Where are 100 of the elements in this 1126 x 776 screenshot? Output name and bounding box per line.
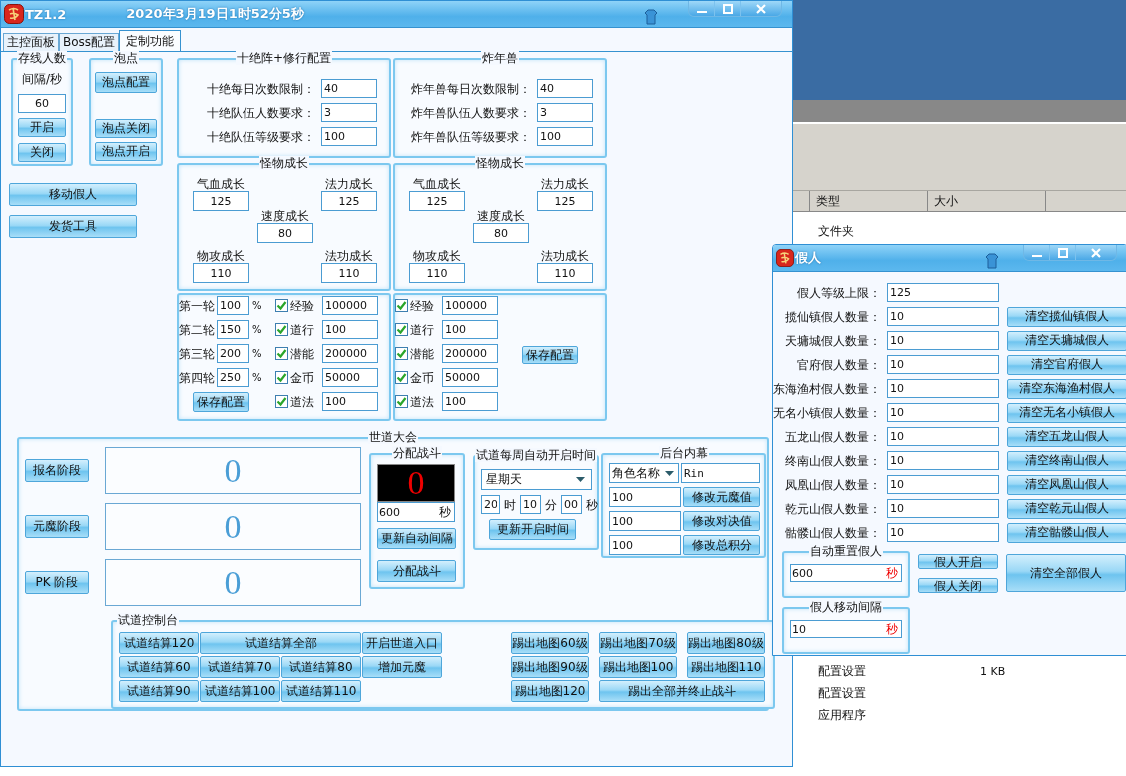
update-time-button[interactable]: 更新开启时间: [489, 519, 576, 540]
kick-button[interactable]: 踢出地图70级: [599, 632, 677, 654]
modify-button[interactable]: 修改对决值: [683, 511, 760, 531]
column-header[interactable]: 类型: [810, 191, 928, 211]
bubble-button[interactable]: 泡点关闭: [95, 119, 157, 138]
text-field[interactable]: 100: [537, 127, 593, 146]
reward-field[interactable]: 100: [442, 392, 498, 411]
reward-field[interactable]: 50000: [322, 368, 378, 387]
text-field[interactable]: 80: [473, 223, 529, 243]
battle-button[interactable]: 更新自动间隔: [377, 528, 456, 549]
percent-field[interactable]: 100: [217, 296, 249, 315]
text-field[interactable]: 110: [321, 263, 377, 283]
text-field[interactable]: 125: [537, 191, 593, 211]
npc-off-button[interactable]: 假人关闭: [918, 578, 998, 593]
stage-button[interactable]: PK 阶段: [25, 571, 89, 594]
clear-button[interactable]: 清空天墉城假人: [1007, 330, 1126, 351]
tab[interactable]: Boss配置: [59, 33, 120, 51]
checkbox[interactable]: [395, 347, 408, 360]
clear-button[interactable]: 清空无名小镇假人: [1007, 402, 1126, 423]
bubble-button[interactable]: 泡点开启: [95, 142, 157, 161]
clear-button[interactable]: 清空凤凰山假人: [1007, 474, 1126, 495]
reward-field[interactable]: 100: [322, 320, 378, 339]
reward-field[interactable]: 100: [322, 392, 378, 411]
minimize-button[interactable]: [1024, 245, 1050, 260]
checkbox[interactable]: [395, 323, 408, 336]
reward-field[interactable]: 100000: [442, 296, 498, 315]
settle-button[interactable]: 试道结算90: [119, 680, 199, 702]
value-field[interactable]: 100: [609, 487, 681, 507]
count-field[interactable]: 10: [887, 475, 999, 494]
modify-button[interactable]: 修改元魔值: [683, 487, 760, 507]
reward-field[interactable]: 50000: [442, 368, 498, 387]
clear-button[interactable]: 清空骷髅山假人: [1007, 522, 1126, 543]
count-field[interactable]: 10: [887, 403, 999, 422]
shirt-icon[interactable]: [644, 9, 658, 25]
kick-button[interactable]: 踢出地图80级: [687, 632, 765, 654]
settle-button[interactable]: 试道结算全部: [200, 632, 361, 654]
text-field[interactable]: 125: [193, 191, 249, 211]
settle-button[interactable]: 增加元魔: [362, 656, 442, 678]
checkbox[interactable]: [395, 371, 408, 384]
shirt-icon[interactable]: [985, 253, 999, 269]
text-field[interactable]: 80: [257, 223, 313, 243]
toggle-button[interactable]: 开启: [18, 118, 66, 137]
clear-button[interactable]: 清空东海渔村假人: [1007, 378, 1126, 399]
count-field[interactable]: 10: [887, 379, 999, 398]
settle-button[interactable]: 开启世道入口: [362, 632, 442, 654]
clear-all-button[interactable]: 清空全部假人: [1006, 554, 1126, 592]
reward-field[interactable]: 100: [442, 320, 498, 339]
kick-button[interactable]: 踢出地图110: [687, 656, 765, 678]
minute-field[interactable]: 10: [520, 495, 541, 514]
toggle-button[interactable]: 关闭: [18, 143, 66, 162]
minimize-button[interactable]: [689, 1, 715, 16]
settle-button[interactable]: 试道结算80: [281, 656, 361, 678]
count-field[interactable]: 10: [887, 451, 999, 470]
second-field[interactable]: 00: [561, 495, 582, 514]
settle-button[interactable]: 试道结算70: [200, 656, 280, 678]
kick-button[interactable]: 踢出全部并终止战斗: [599, 680, 765, 702]
side-button[interactable]: 发货工具: [9, 215, 137, 238]
text-field[interactable]: 125: [409, 191, 465, 211]
count-field[interactable]: 10: [887, 331, 999, 350]
clear-button[interactable]: 清空五龙山假人: [1007, 426, 1126, 447]
text-field[interactable]: 3: [537, 103, 593, 122]
count-field[interactable]: 10: [887, 427, 999, 446]
settle-button[interactable]: 试道结算100: [200, 680, 280, 702]
text-field[interactable]: 125: [321, 191, 377, 211]
checkbox[interactable]: [275, 323, 288, 336]
clear-button[interactable]: 清空官府假人: [1007, 354, 1126, 375]
settle-button[interactable]: 试道结算110: [281, 680, 361, 702]
maximize-button[interactable]: [1050, 245, 1076, 260]
checkbox[interactable]: [275, 395, 288, 408]
clear-button[interactable]: 清空揽仙镇假人: [1007, 306, 1126, 327]
text-field[interactable]: 100: [321, 127, 377, 146]
reward-field[interactable]: 100000: [322, 296, 378, 315]
tab[interactable]: 定制功能: [119, 30, 182, 51]
text-field[interactable]: 40: [537, 79, 593, 98]
close-button[interactable]: [741, 1, 781, 16]
save-button[interactable]: 保存配置: [522, 346, 578, 364]
kick-button[interactable]: 踢出地图60级: [511, 632, 589, 654]
settle-button[interactable]: 试道结算120: [119, 632, 199, 654]
percent-field[interactable]: 150: [217, 320, 249, 339]
hour-field[interactable]: 20: [481, 495, 500, 514]
kick-button[interactable]: 踢出地图100: [599, 656, 677, 678]
count-field[interactable]: 10: [887, 499, 999, 518]
value-field[interactable]: 100: [609, 511, 681, 531]
percent-field[interactable]: 200: [217, 344, 249, 363]
tab[interactable]: 主控面板: [3, 33, 59, 51]
count-field[interactable]: 10: [887, 523, 999, 542]
reward-field[interactable]: 200000: [322, 344, 378, 363]
checkbox[interactable]: [395, 395, 408, 408]
reward-field[interactable]: 200000: [442, 344, 498, 363]
percent-field[interactable]: 250: [217, 368, 249, 387]
name-dropdown[interactable]: 角色名称: [609, 463, 679, 483]
count-field[interactable]: 10: [887, 355, 999, 374]
column-header[interactable]: 大小: [928, 191, 1046, 211]
settle-button[interactable]: 试道结算60: [119, 656, 199, 678]
text-field[interactable]: 110: [537, 263, 593, 283]
maximize-button[interactable]: [715, 1, 741, 16]
text-field[interactable]: 110: [193, 263, 249, 283]
kick-button[interactable]: 踢出地图90级: [511, 656, 589, 678]
value-field[interactable]: 100: [609, 535, 681, 555]
modify-button[interactable]: 修改总积分: [683, 535, 760, 555]
